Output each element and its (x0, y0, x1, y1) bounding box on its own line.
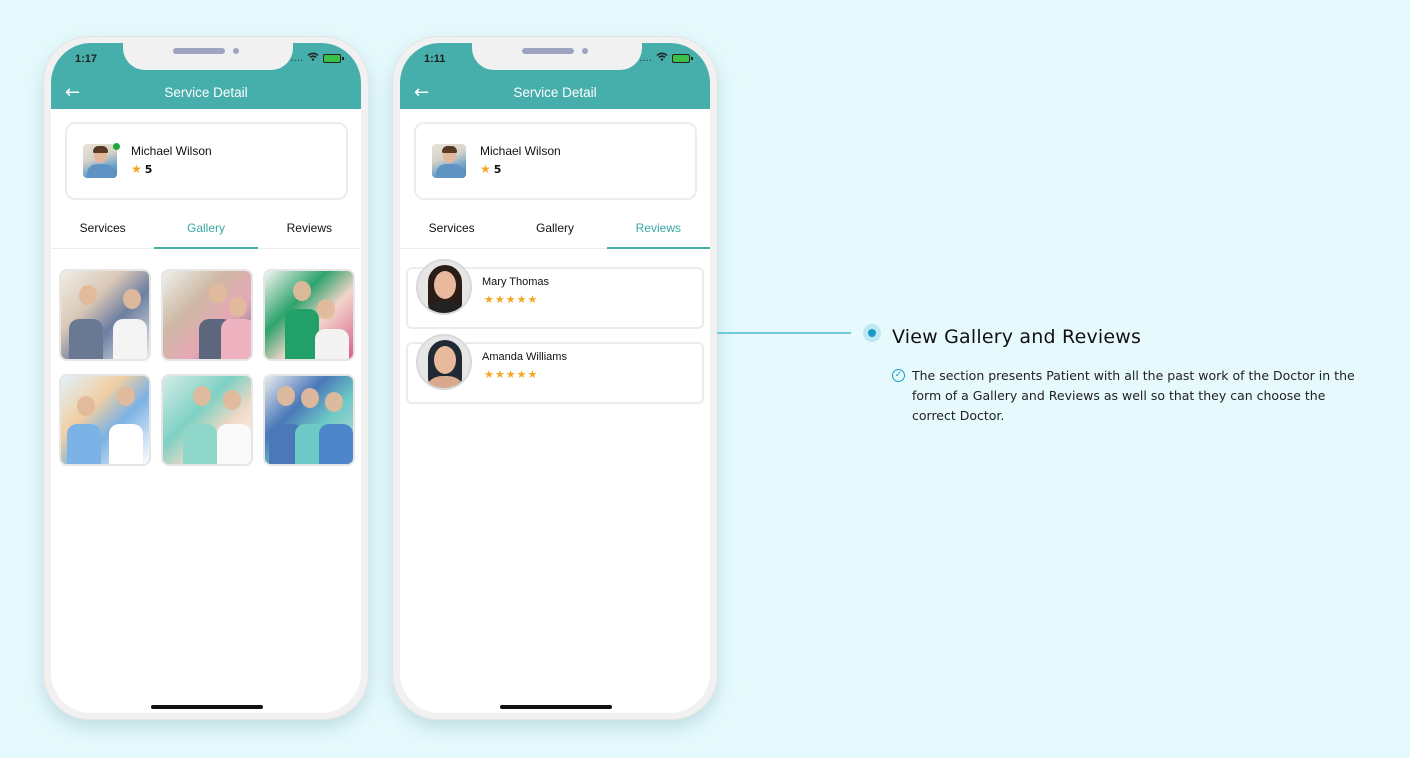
feature-title: View Gallery and Reviews (892, 326, 1142, 348)
signal-icon: .... (639, 52, 652, 64)
gallery-image[interactable] (263, 269, 355, 361)
doctor-avatar (432, 144, 466, 178)
doctor-card[interactable]: Michael Wilson ★ 5 (65, 122, 348, 200)
phone-reviews: 1:11 .... ← Service Detail Michael Wilso… (392, 36, 718, 720)
status-time: 1:11 (424, 53, 446, 65)
tab-services[interactable]: Services (400, 213, 503, 248)
home-indicator[interactable] (151, 705, 263, 709)
status-icons: .... (639, 52, 693, 64)
tab-gallery[interactable]: Gallery (154, 213, 258, 249)
rating-value: 5 (493, 162, 502, 176)
bullet-dot-icon (863, 324, 881, 342)
review-stars-icon: ★★★★★ (484, 293, 539, 306)
check-circle-icon: ✓ (892, 369, 905, 382)
app-header: 1:17 .... ← Service Detail (51, 43, 361, 109)
tab-reviews[interactable]: Reviews (258, 213, 361, 248)
status-icons: .... (290, 52, 344, 64)
reviewer-avatar (416, 334, 472, 390)
doctor-card[interactable]: Michael Wilson ★ 5 (414, 122, 697, 200)
phone-notch (472, 43, 642, 70)
phone-screen: 1:11 .... ← Service Detail Michael Wilso… (400, 43, 710, 713)
page-title: Service Detail (513, 85, 597, 100)
tab-gallery[interactable]: Gallery (503, 213, 606, 248)
reviewer-avatar (416, 259, 472, 315)
star-icon: ★ (131, 162, 142, 176)
review-stars-icon: ★★★★★ (484, 368, 539, 381)
gallery-grid (59, 269, 355, 466)
reviewer-name: Amanda Williams (482, 351, 567, 363)
wifi-icon (307, 52, 319, 64)
gallery-image[interactable] (161, 269, 253, 361)
home-indicator[interactable] (500, 705, 612, 709)
star-icon: ★ (480, 162, 491, 176)
doctor-rating: ★ 5 (480, 162, 501, 176)
speaker (173, 48, 225, 54)
gallery-image[interactable] (59, 374, 151, 466)
online-status-dot (113, 143, 120, 150)
review-item[interactable]: Amanda Williams ★★★★★ (406, 334, 704, 404)
nav-bar: ← Service Detail (51, 83, 361, 109)
camera (233, 48, 239, 54)
phone-gallery: 1:17 .... ← Service Detail Michael Wilso… (43, 36, 369, 720)
gallery-image[interactable] (161, 374, 253, 466)
page-title: Service Detail (164, 85, 248, 100)
connector-line (717, 332, 851, 334)
phone-notch (123, 43, 293, 70)
signal-icon: .... (290, 52, 303, 64)
nav-bar: ← Service Detail (400, 83, 710, 109)
doctor-avatar (83, 144, 117, 178)
gallery-image[interactable] (59, 269, 151, 361)
battery-icon (672, 53, 693, 63)
rating-value: 5 (144, 162, 153, 176)
battery-icon (323, 53, 344, 63)
tab-services[interactable]: Services (51, 213, 154, 248)
doctor-name: Michael Wilson (131, 144, 212, 158)
reviews-list: Mary Thomas ★★★★★ Amanda Williams ★★★★★ (406, 259, 704, 417)
doctor-rating: ★ 5 (131, 162, 152, 176)
phone-screen: 1:17 .... ← Service Detail Michael Wilso… (51, 43, 361, 713)
speaker (522, 48, 574, 54)
doctor-name: Michael Wilson (480, 144, 561, 158)
tab-bar: Services Gallery Reviews (400, 213, 710, 249)
tab-bar: Services Gallery Reviews (51, 213, 361, 249)
wifi-icon (656, 52, 668, 64)
feature-description: The section presents Patient with all th… (912, 368, 1355, 423)
gallery-image[interactable] (263, 374, 355, 466)
camera (582, 48, 588, 54)
app-header: 1:11 .... ← Service Detail (400, 43, 710, 109)
review-item[interactable]: Mary Thomas ★★★★★ (406, 259, 704, 329)
reviewer-name: Mary Thomas (482, 276, 550, 288)
status-time: 1:17 (75, 53, 98, 65)
tab-reviews[interactable]: Reviews (606, 213, 710, 249)
